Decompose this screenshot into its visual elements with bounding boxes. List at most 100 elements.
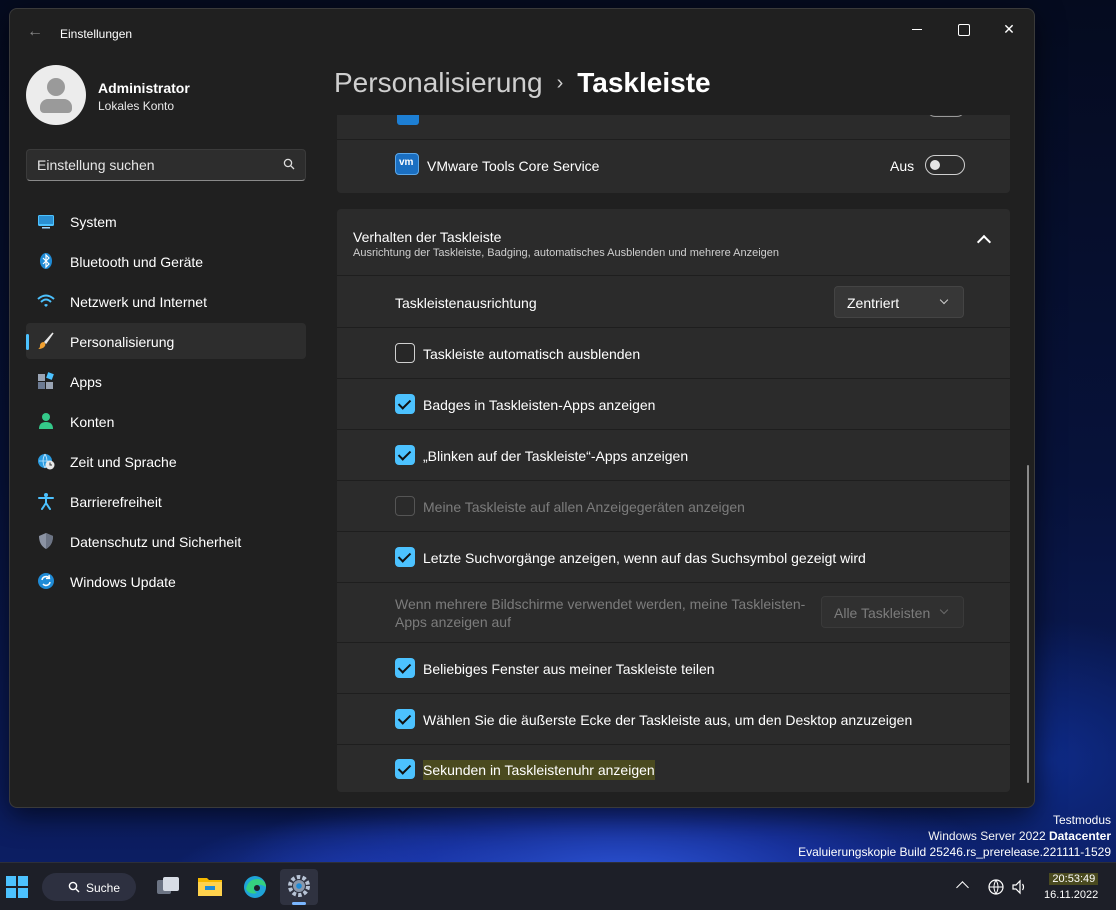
multi-display-row: Wenn mehrere Bildschirme verwendet werde… bbox=[337, 582, 1010, 642]
clock-date: 16.11.2022 bbox=[1044, 889, 1099, 901]
chevron-down-icon bbox=[939, 295, 949, 305]
sidebar-item-network[interactable]: Netzwerk und Internet bbox=[26, 283, 306, 319]
auto-hide-checkbox[interactable] bbox=[395, 343, 415, 363]
person-icon bbox=[39, 413, 53, 429]
edge-icon bbox=[244, 876, 266, 898]
minimize-button[interactable] bbox=[894, 13, 940, 45]
option-recent-searches[interactable]: Letzte Suchvorgänge anzeigen, wenn auf d… bbox=[337, 531, 1010, 582]
watermark-edition: Windows Server 2022 Datacenter bbox=[928, 829, 1111, 843]
option-label: Taskleiste automatisch ausblenden bbox=[423, 346, 641, 362]
alignment-dropdown[interactable]: Zentriert bbox=[834, 286, 964, 318]
show-seconds-checkbox[interactable] bbox=[395, 759, 415, 779]
sidebar-item-time-language[interactable]: Zeit und Sprache bbox=[26, 443, 306, 479]
chevron-up-icon[interactable] bbox=[976, 234, 992, 250]
avatar bbox=[26, 65, 86, 125]
update-icon bbox=[38, 573, 54, 589]
back-button[interactable]: ← bbox=[24, 23, 46, 43]
page-title: Taskleiste bbox=[577, 67, 711, 98]
sidebar-item-privacy-security[interactable]: Datenschutz und Sicherheit bbox=[26, 523, 306, 559]
option-auto-hide[interactable]: Taskleiste automatisch ausblenden bbox=[337, 327, 1010, 378]
profile-account-type: Lokales Konto bbox=[98, 99, 175, 113]
sidebar-item-label: Personalisierung bbox=[70, 334, 175, 350]
os-watermark: Testmodus Windows Server 2022 Datacenter… bbox=[798, 812, 1111, 860]
edge-browser-button[interactable] bbox=[236, 869, 274, 905]
watermark-testmode: Testmodus bbox=[1052, 813, 1111, 827]
sidebar-item-apps[interactable]: Apps bbox=[26, 363, 306, 399]
dropdown-value: Zentriert bbox=[847, 295, 900, 311]
option-flashing[interactable]: „Blinken auf der Taskleiste“-Apps anzeig… bbox=[337, 429, 1010, 480]
sidebar-item-system[interactable]: System bbox=[26, 203, 306, 239]
option-badges[interactable]: Badges in Taskleisten-Apps anzeigen bbox=[337, 378, 1010, 429]
sidebar-item-personalization[interactable]: Personalisierung bbox=[26, 323, 306, 359]
multi-display-label: Wenn mehrere Bildschirme verwendet werde… bbox=[395, 596, 806, 630]
paintbrush-icon bbox=[38, 332, 54, 349]
option-share-window[interactable]: Beliebiges Fenster aus meiner Taskleiste… bbox=[337, 642, 1010, 693]
settings-content: VMware Tools Core Service Aus Verhalten … bbox=[337, 115, 1010, 807]
section-title: Verhalten der Taskleiste bbox=[353, 229, 502, 245]
accessibility-icon bbox=[38, 493, 54, 510]
breadcrumb: Personalisierung › Taskleiste bbox=[334, 65, 711, 101]
sidebar-item-label: Zeit und Sprache bbox=[70, 454, 177, 470]
apps-icon bbox=[38, 372, 54, 389]
search-placeholder: Einstellung suchen bbox=[37, 157, 155, 173]
show-hidden-icons-chevron[interactable] bbox=[956, 881, 969, 894]
recent-searches-checkbox[interactable] bbox=[395, 547, 415, 567]
taskbar-search-button[interactable]: Suche bbox=[42, 873, 136, 901]
option-show-desktop[interactable]: Wählen Sie die äußerste Ecke der Tasklei… bbox=[337, 693, 1010, 744]
close-button[interactable]: ✕ bbox=[986, 13, 1032, 45]
settings-app-button[interactable] bbox=[280, 869, 318, 905]
show-desktop-checkbox[interactable] bbox=[395, 709, 415, 729]
sidebar-item-label: System bbox=[70, 214, 117, 230]
sidebar-item-label: Windows Update bbox=[70, 574, 176, 590]
content-scrollbar[interactable] bbox=[1027, 465, 1029, 783]
section-subtitle: Ausrichtung der Taskleiste, Badging, aut… bbox=[353, 247, 780, 259]
taskbar-clock[interactable]: 20:53:49 16.11.2022 bbox=[1044, 871, 1099, 903]
sidebar-item-bluetooth[interactable]: Bluetooth und Geräte bbox=[26, 243, 306, 279]
search-input[interactable]: Einstellung suchen bbox=[26, 149, 306, 181]
toggle-state-label: Aus bbox=[890, 158, 915, 174]
flashing-checkbox[interactable] bbox=[395, 445, 415, 465]
list-item[interactable] bbox=[337, 115, 1010, 140]
windows-start-icon[interactable] bbox=[6, 876, 28, 898]
breadcrumb-parent[interactable]: Personalisierung bbox=[334, 67, 543, 98]
bluetooth-icon bbox=[40, 253, 52, 269]
badges-checkbox[interactable] bbox=[395, 394, 415, 414]
taskbar-behavior-header[interactable]: Verhalten der Taskleiste Ausrichtung der… bbox=[337, 209, 1010, 275]
app-icon bbox=[397, 115, 419, 125]
option-label: Beliebiges Fenster aus meiner Taskleiste… bbox=[423, 661, 715, 677]
option-label: Sekunden in Taskleistenuhr anzeigen bbox=[423, 760, 655, 780]
alignment-label: Taskleistenausrichtung bbox=[395, 295, 537, 311]
sidebar-item-label: Bluetooth und Geräte bbox=[70, 254, 204, 270]
sidebar-item-accessibility[interactable]: Barrierefreiheit bbox=[26, 483, 306, 519]
task-view-icon bbox=[157, 877, 179, 894]
file-explorer-button[interactable] bbox=[191, 869, 229, 905]
option-label: Meine Taskleiste auf allen Anzeigegeräte… bbox=[423, 499, 745, 515]
vmware-toggle[interactable] bbox=[925, 155, 965, 175]
toggle-switch[interactable] bbox=[927, 115, 965, 117]
option-show-seconds[interactable]: Sekunden in Taskleistenuhr anzeigen bbox=[337, 744, 1010, 792]
sidebar-item-windows-update[interactable]: Windows Update bbox=[26, 563, 306, 599]
wifi-icon bbox=[37, 294, 55, 307]
vmware-service-label: VMware Tools Core Service bbox=[427, 158, 600, 174]
option-label: Wählen Sie die äußerste Ecke der Tasklei… bbox=[423, 712, 913, 728]
search-icon bbox=[283, 158, 295, 170]
profile-name: Administrator bbox=[98, 80, 190, 96]
watermark-build: Evaluierungskopie Build 25246.rs_prerele… bbox=[798, 845, 1111, 859]
network-globe-icon[interactable] bbox=[987, 878, 1005, 896]
globe-clock-icon bbox=[38, 453, 55, 470]
search-icon bbox=[68, 881, 80, 893]
sidebar-item-label: Netzwerk und Internet bbox=[70, 294, 207, 310]
alignment-row: Taskleistenausrichtung Zentriert bbox=[337, 275, 1010, 327]
taskbar-search-label: Suche bbox=[86, 881, 121, 895]
sidebar-item-label: Konten bbox=[70, 414, 115, 430]
share-window-checkbox[interactable] bbox=[395, 658, 415, 678]
taskbar: Suche 20:53:49 16.11.2022 bbox=[0, 862, 1116, 910]
user-profile[interactable]: Administrator Lokales Konto bbox=[26, 65, 316, 129]
dropdown-value: Alle Taskleisten bbox=[834, 605, 931, 621]
option-label: Badges in Taskleisten-Apps anzeigen bbox=[423, 397, 656, 413]
task-view-button[interactable] bbox=[149, 869, 187, 905]
volume-icon[interactable] bbox=[1011, 878, 1029, 896]
title-bar[interactable]: ← Einstellungen ✕ bbox=[10, 9, 1034, 55]
maximize-button[interactable] bbox=[940, 13, 986, 45]
sidebar-item-accounts[interactable]: Konten bbox=[26, 403, 306, 439]
